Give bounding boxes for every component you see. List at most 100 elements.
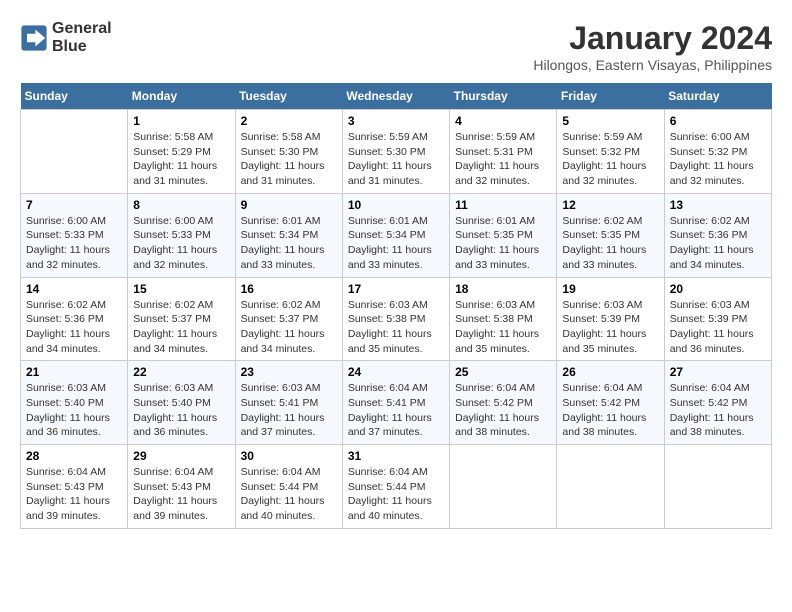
day-info: Sunrise: 6:02 AMSunset: 5:37 PMDaylight:… xyxy=(241,298,337,357)
day-number: 15 xyxy=(133,282,229,296)
calendar-cell: 20 Sunrise: 6:03 AMSunset: 5:39 PMDayligh… xyxy=(664,277,771,361)
calendar-cell: 14 Sunrise: 6:02 AMSunset: 5:36 PMDayligh… xyxy=(21,277,128,361)
day-info: Sunrise: 5:59 AMSunset: 5:32 PMDaylight:… xyxy=(562,130,658,189)
day-info: Sunrise: 5:58 AMSunset: 5:29 PMDaylight:… xyxy=(133,130,229,189)
calendar-cell: 10 Sunrise: 6:01 AMSunset: 5:34 PMDayligh… xyxy=(342,193,449,277)
day-number: 8 xyxy=(133,198,229,212)
day-info: Sunrise: 6:02 AMSunset: 5:36 PMDaylight:… xyxy=(670,214,766,273)
day-info: Sunrise: 6:04 AMSunset: 5:42 PMDaylight:… xyxy=(670,381,766,440)
day-number: 30 xyxy=(241,449,337,463)
day-info: Sunrise: 6:01 AMSunset: 5:34 PMDaylight:… xyxy=(241,214,337,273)
day-info: Sunrise: 5:59 AMSunset: 5:31 PMDaylight:… xyxy=(455,130,551,189)
day-info: Sunrise: 6:02 AMSunset: 5:36 PMDaylight:… xyxy=(26,298,122,357)
calendar-cell xyxy=(664,445,771,529)
day-info: Sunrise: 6:02 AMSunset: 5:35 PMDaylight:… xyxy=(562,214,658,273)
calendar-week-row: 1 Sunrise: 5:58 AMSunset: 5:29 PMDaylight… xyxy=(21,110,772,194)
day-info: Sunrise: 6:04 AMSunset: 5:42 PMDaylight:… xyxy=(562,381,658,440)
calendar-cell: 9 Sunrise: 6:01 AMSunset: 5:34 PMDaylight… xyxy=(235,193,342,277)
logo-icon xyxy=(20,24,48,52)
calendar-cell: 18Sunrise: 6:03 AMSunset: 5:38 PMDayligh… xyxy=(450,277,557,361)
day-number: 10 xyxy=(348,198,444,212)
calendar-cell: 15 Sunrise: 6:02 AMSunset: 5:37 PMDayligh… xyxy=(128,277,235,361)
day-number: 3 xyxy=(348,114,444,128)
day-info: Sunrise: 6:00 AMSunset: 5:32 PMDaylight:… xyxy=(670,130,766,189)
day-number: 5 xyxy=(562,114,658,128)
day-number: 14 xyxy=(26,282,122,296)
day-info: Sunrise: 6:01 AMSunset: 5:34 PMDaylight:… xyxy=(348,214,444,273)
day-number: 29 xyxy=(133,449,229,463)
weekday-header: Sunday xyxy=(21,83,128,110)
calendar-cell: 21 Sunrise: 6:03 AMSunset: 5:40 PMDayligh… xyxy=(21,361,128,445)
calendar-cell: 11 Sunrise: 6:01 AMSunset: 5:35 PMDayligh… xyxy=(450,193,557,277)
calendar-cell: 31Sunrise: 6:04 AMSunset: 5:44 PMDayligh… xyxy=(342,445,449,529)
weekday-header: Monday xyxy=(128,83,235,110)
calendar-week-row: 7Sunrise: 6:00 AMSunset: 5:33 PMDaylight… xyxy=(21,193,772,277)
day-info: Sunrise: 6:03 AMSunset: 5:41 PMDaylight:… xyxy=(241,381,337,440)
calendar-cell: 1 Sunrise: 5:58 AMSunset: 5:29 PMDaylight… xyxy=(128,110,235,194)
day-number: 25 xyxy=(455,365,551,379)
calendar-cell: 5 Sunrise: 5:59 AMSunset: 5:32 PMDaylight… xyxy=(557,110,664,194)
day-number: 22 xyxy=(133,365,229,379)
day-info: Sunrise: 6:00 AMSunset: 5:33 PMDaylight:… xyxy=(133,214,229,273)
logo-text: General Blue xyxy=(52,20,112,55)
calendar-week-row: 28Sunrise: 6:04 AMSunset: 5:43 PMDayligh… xyxy=(21,445,772,529)
day-number: 17 xyxy=(348,282,444,296)
calendar-cell: 23Sunrise: 6:03 AMSunset: 5:41 PMDayligh… xyxy=(235,361,342,445)
day-number: 20 xyxy=(670,282,766,296)
calendar-cell: 30 Sunrise: 6:04 AMSunset: 5:44 PMDayligh… xyxy=(235,445,342,529)
day-number: 27 xyxy=(670,365,766,379)
calendar-cell: 29 Sunrise: 6:04 AMSunset: 5:43 PMDayligh… xyxy=(128,445,235,529)
calendar-cell: 6 Sunrise: 6:00 AMSunset: 5:32 PMDaylight… xyxy=(664,110,771,194)
day-number: 26 xyxy=(562,365,658,379)
month-title: January 2024 xyxy=(533,20,772,57)
calendar-week-row: 21 Sunrise: 6:03 AMSunset: 5:40 PMDayligh… xyxy=(21,361,772,445)
day-number: 1 xyxy=(133,114,229,128)
day-info: Sunrise: 6:03 AMSunset: 5:40 PMDaylight:… xyxy=(26,381,122,440)
calendar-cell: 17 Sunrise: 6:03 AMSunset: 5:38 PMDayligh… xyxy=(342,277,449,361)
calendar-cell: 12 Sunrise: 6:02 AMSunset: 5:35 PMDayligh… xyxy=(557,193,664,277)
day-info: Sunrise: 6:04 AMSunset: 5:41 PMDaylight:… xyxy=(348,381,444,440)
day-info: Sunrise: 6:03 AMSunset: 5:40 PMDaylight:… xyxy=(133,381,229,440)
calendar-cell xyxy=(450,445,557,529)
day-info: Sunrise: 6:01 AMSunset: 5:35 PMDaylight:… xyxy=(455,214,551,273)
day-info: Sunrise: 6:04 AMSunset: 5:43 PMDaylight:… xyxy=(26,465,122,524)
calendar-cell: 13 Sunrise: 6:02 AMSunset: 5:36 PMDayligh… xyxy=(664,193,771,277)
day-number: 16 xyxy=(241,282,337,296)
weekday-header-row: SundayMondayTuesdayWednesdayThursdayFrid… xyxy=(21,83,772,110)
day-info: Sunrise: 6:03 AMSunset: 5:39 PMDaylight:… xyxy=(670,298,766,357)
calendar-cell: 28Sunrise: 6:04 AMSunset: 5:43 PMDayligh… xyxy=(21,445,128,529)
day-info: Sunrise: 6:04 AMSunset: 5:44 PMDaylight:… xyxy=(241,465,337,524)
day-number: 9 xyxy=(241,198,337,212)
calendar-cell xyxy=(557,445,664,529)
day-info: Sunrise: 6:03 AMSunset: 5:39 PMDaylight:… xyxy=(562,298,658,357)
weekday-header: Tuesday xyxy=(235,83,342,110)
title-block: January 2024 Hilongos, Eastern Visayas, … xyxy=(533,20,772,73)
weekday-header: Friday xyxy=(557,83,664,110)
day-number: 11 xyxy=(455,198,551,212)
calendar-cell: 8 Sunrise: 6:00 AMSunset: 5:33 PMDaylight… xyxy=(128,193,235,277)
day-number: 21 xyxy=(26,365,122,379)
day-info: Sunrise: 5:58 AMSunset: 5:30 PMDaylight:… xyxy=(241,130,337,189)
day-info: Sunrise: 6:04 AMSunset: 5:43 PMDaylight:… xyxy=(133,465,229,524)
day-info: Sunrise: 6:03 AMSunset: 5:38 PMDaylight:… xyxy=(455,298,551,357)
day-info: Sunrise: 6:02 AMSunset: 5:37 PMDaylight:… xyxy=(133,298,229,357)
day-info: Sunrise: 6:03 AMSunset: 5:38 PMDaylight:… xyxy=(348,298,444,357)
calendar-cell: 26 Sunrise: 6:04 AMSunset: 5:42 PMDayligh… xyxy=(557,361,664,445)
location: Hilongos, Eastern Visayas, Philippines xyxy=(533,57,772,73)
calendar-cell: 24Sunrise: 6:04 AMSunset: 5:41 PMDayligh… xyxy=(342,361,449,445)
calendar-cell: 7Sunrise: 6:00 AMSunset: 5:33 PMDaylight… xyxy=(21,193,128,277)
day-info: Sunrise: 6:04 AMSunset: 5:42 PMDaylight:… xyxy=(455,381,551,440)
day-number: 31 xyxy=(348,449,444,463)
page-header: General Blue January 2024 Hilongos, East… xyxy=(20,20,772,73)
calendar-cell: 16 Sunrise: 6:02 AMSunset: 5:37 PMDayligh… xyxy=(235,277,342,361)
calendar-cell: 19 Sunrise: 6:03 AMSunset: 5:39 PMDayligh… xyxy=(557,277,664,361)
calendar-cell: 25 Sunrise: 6:04 AMSunset: 5:42 PMDayligh… xyxy=(450,361,557,445)
day-number: 13 xyxy=(670,198,766,212)
day-number: 12 xyxy=(562,198,658,212)
calendar-week-row: 14 Sunrise: 6:02 AMSunset: 5:36 PMDayligh… xyxy=(21,277,772,361)
weekday-header: Saturday xyxy=(664,83,771,110)
weekday-header: Thursday xyxy=(450,83,557,110)
calendar-cell: 4Sunrise: 5:59 AMSunset: 5:31 PMDaylight… xyxy=(450,110,557,194)
day-number: 19 xyxy=(562,282,658,296)
day-number: 6 xyxy=(670,114,766,128)
